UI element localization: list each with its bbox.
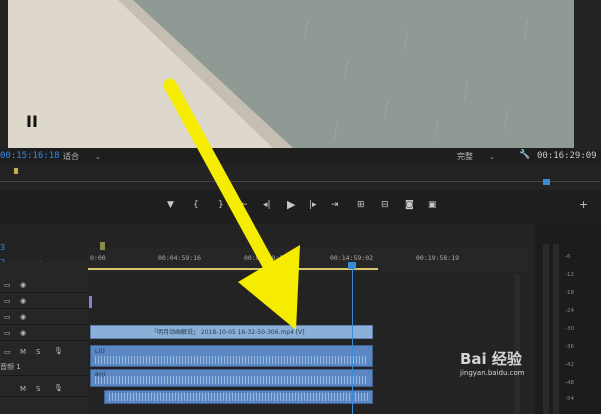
watermark-logo: Bai 经验 jingyan.baidu.com [460, 348, 525, 377]
watermark-text: Bai 经验 [460, 350, 522, 368]
watermark-url: jingyan.baidu.com [460, 369, 525, 377]
